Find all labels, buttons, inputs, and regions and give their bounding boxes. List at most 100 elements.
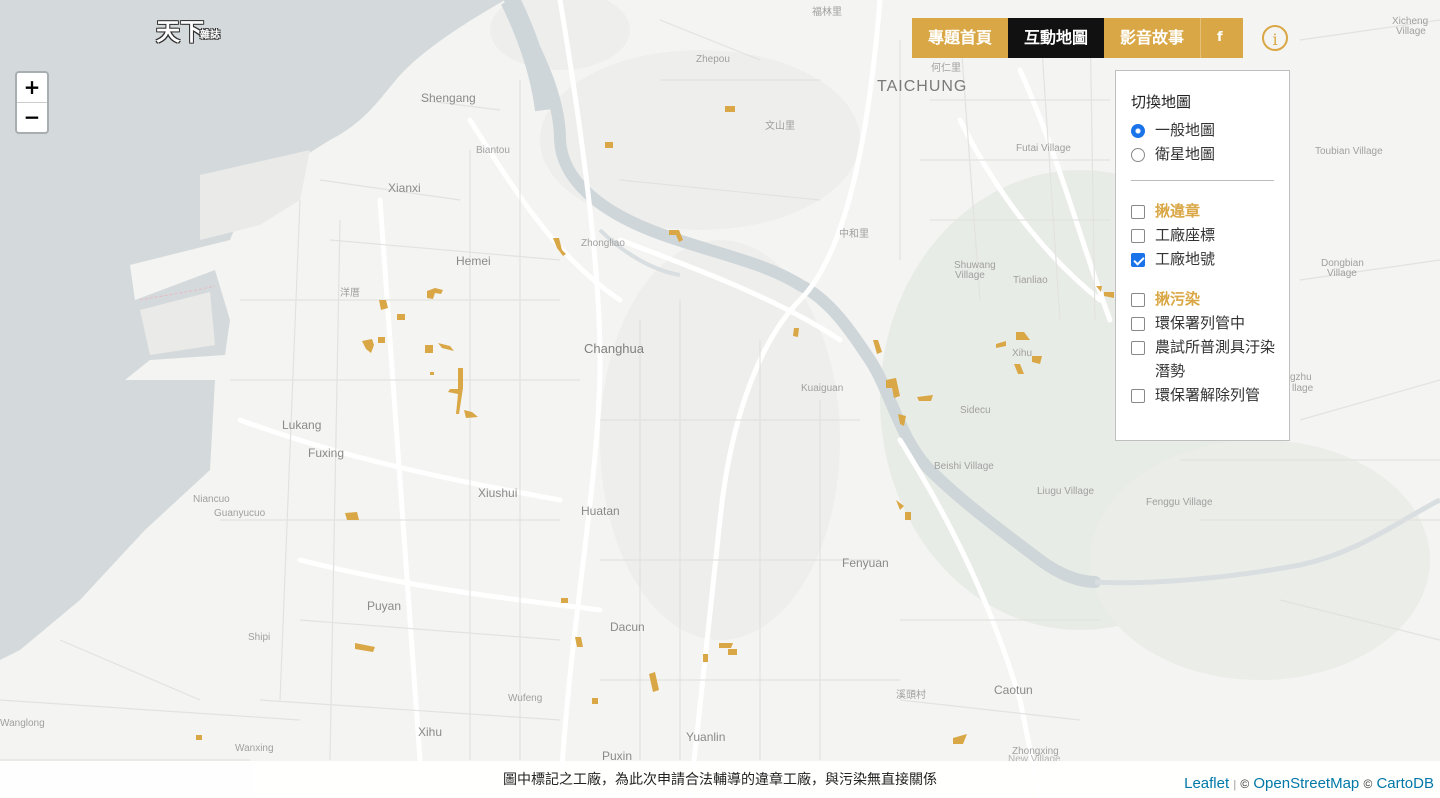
layer-divider <box>1131 180 1274 181</box>
factory-parcel <box>873 340 882 354</box>
place-label: 文山里 <box>765 119 795 132</box>
layer-item-factory-coords[interactable]: 工廠座標 <box>1131 223 1275 247</box>
place-label: Wufeng <box>508 693 542 704</box>
nav-feature-home[interactable]: 專題首頁 <box>912 18 1009 58</box>
layer-label-epa-listed: 環保署列管中 <box>1155 314 1246 332</box>
place-label: 中和里 <box>839 227 869 240</box>
place-label: 洋厝 <box>340 286 360 299</box>
logo-main: 天下 <box>156 17 204 46</box>
facebook-icon[interactable]: f <box>1200 18 1244 58</box>
factory-parcel <box>425 345 433 353</box>
place-label: Lukang <box>282 418 321 432</box>
place-label: TAICHUNG <box>877 78 967 95</box>
factory-parcel <box>703 654 708 662</box>
factory-parcel <box>427 288 443 299</box>
factory-parcel <box>438 343 454 351</box>
factory-parcel <box>605 142 613 148</box>
place-label: Shipi <box>248 632 270 643</box>
place-label: Kuaiguan <box>801 383 843 394</box>
carto-link[interactable]: CartoDB <box>1376 775 1434 792</box>
factory-parcel <box>196 735 202 740</box>
layer-label-epa-delisted: 環保署解除列管 <box>1155 386 1261 404</box>
place-label: Sidecu <box>960 405 991 416</box>
factory-parcel <box>553 238 566 256</box>
place-label: llage <box>1292 383 1314 394</box>
map-footer: 圖中標記之工廠，為此次申請合法輔導的違章工廠，與污染無直接關係 Leaflet … <box>0 761 1440 798</box>
place-label: Zhongliao <box>581 238 625 249</box>
nav-interactive-map[interactable]: 互動地圖 <box>1008 18 1105 58</box>
factory-parcel <box>378 337 385 343</box>
layer-control-panel: 切換地圖 一般地圖 衛星地圖 揪違章 工廠座標 工廠地號 揪污染 環保署列管中 … <box>1115 70 1290 441</box>
place-label: 何仁里 <box>931 61 961 74</box>
layer-checkbox-illegal[interactable] <box>1131 205 1145 219</box>
factory-parcel <box>719 643 733 648</box>
factory-parcel <box>397 314 405 320</box>
place-label: Wanglong <box>0 718 45 729</box>
place-label: Wanxing <box>235 743 274 754</box>
factory-parcel <box>345 512 359 520</box>
layer-item-factory-lots[interactable]: 工廠地號 <box>1131 247 1275 271</box>
place-label: gzhu <box>1290 372 1312 383</box>
place-label: Zhepou <box>696 54 730 65</box>
layer-group-pollution[interactable]: 揪污染 <box>1131 287 1275 311</box>
layer-checkbox-factory-coords[interactable] <box>1131 229 1145 243</box>
nav-video-stories[interactable]: 影音故事 <box>1104 18 1201 58</box>
layer-label-factory-lots: 工廠地號 <box>1155 250 1216 268</box>
layer-checkbox-epa-delisted[interactable] <box>1131 389 1145 403</box>
layer-checkbox-tari-survey[interactable] <box>1131 341 1145 355</box>
basemap-radio-satellite[interactable] <box>1131 148 1145 162</box>
layer-checkbox-pollution[interactable] <box>1131 293 1145 307</box>
factory-parcel <box>592 698 598 704</box>
basemap-radio-normal[interactable] <box>1131 124 1145 138</box>
place-label: Village <box>1327 268 1357 279</box>
osm-link[interactable]: OpenStreetMap <box>1253 775 1359 792</box>
place-label: Puyan <box>367 599 401 613</box>
factory-parcel <box>793 328 799 337</box>
place-label: 福林里 <box>812 5 842 18</box>
factory-parcel <box>725 106 735 112</box>
basemap-option-satellite[interactable]: 衛星地圖 <box>1131 142 1275 166</box>
place-label: Xianxi <box>388 181 421 195</box>
layer-label-tari-survey: 農試所普測具汙染潛勢 <box>1155 338 1276 380</box>
factory-parcel <box>362 339 374 353</box>
layer-group-label-pollution: 揪污染 <box>1155 290 1201 308</box>
zoom-control: + − <box>15 71 49 134</box>
copyright-symbol: © <box>1240 777 1250 791</box>
factory-parcel <box>905 512 911 520</box>
layer-checkbox-factory-lots[interactable] <box>1131 253 1145 267</box>
layer-group-label-illegal: 揪違章 <box>1155 202 1201 220</box>
factory-parcel <box>448 368 463 414</box>
place-label: Fenggu Village <box>1146 497 1213 508</box>
place-label: Xihu <box>418 725 442 739</box>
place-label: Beishi Village <box>934 461 994 472</box>
layer-group-illegal[interactable]: 揪違章 <box>1131 199 1275 223</box>
attribution-separator: | <box>1233 779 1237 791</box>
info-icon[interactable]: i <box>1262 25 1288 51</box>
factory-parcel <box>430 372 434 375</box>
layer-item-tari-survey[interactable]: 農試所普測具汙染潛勢 <box>1131 335 1275 383</box>
layer-checkbox-epa-listed[interactable] <box>1131 317 1145 331</box>
place-label: Guanyucuo <box>214 508 266 519</box>
place-label: Fuxing <box>308 446 344 460</box>
factory-parcel <box>575 637 583 647</box>
leaflet-link[interactable]: Leaflet <box>1184 775 1229 792</box>
zoom-out-button[interactable]: − <box>17 102 47 132</box>
place-label: 溪頭村 <box>896 688 926 701</box>
factory-parcel <box>561 598 568 603</box>
basemap-option-normal[interactable]: 一般地圖 <box>1131 118 1275 142</box>
tianxia-logo[interactable]: 天下 雜誌 <box>156 12 248 48</box>
copyright-symbol: © <box>1363 777 1373 791</box>
zoom-in-button[interactable]: + <box>17 73 47 102</box>
attribution: Leaflet | © OpenStreetMap © CartoDB <box>1184 775 1434 792</box>
basemap-label-satellite: 衛星地圖 <box>1155 145 1216 163</box>
place-label: Huatan <box>581 504 620 518</box>
factory-parcel <box>355 643 375 652</box>
place-label: Village <box>955 270 985 281</box>
layer-label-factory-coords: 工廠座標 <box>1155 226 1216 244</box>
layer-item-epa-delisted[interactable]: 環保署解除列管 <box>1131 383 1275 407</box>
place-label: Hemei <box>456 254 491 268</box>
place-label: Fenyuan <box>842 556 889 570</box>
place-label: Futai Village <box>1016 143 1071 154</box>
factory-parcel <box>728 649 737 655</box>
layer-item-epa-listed[interactable]: 環保署列管中 <box>1131 311 1275 335</box>
